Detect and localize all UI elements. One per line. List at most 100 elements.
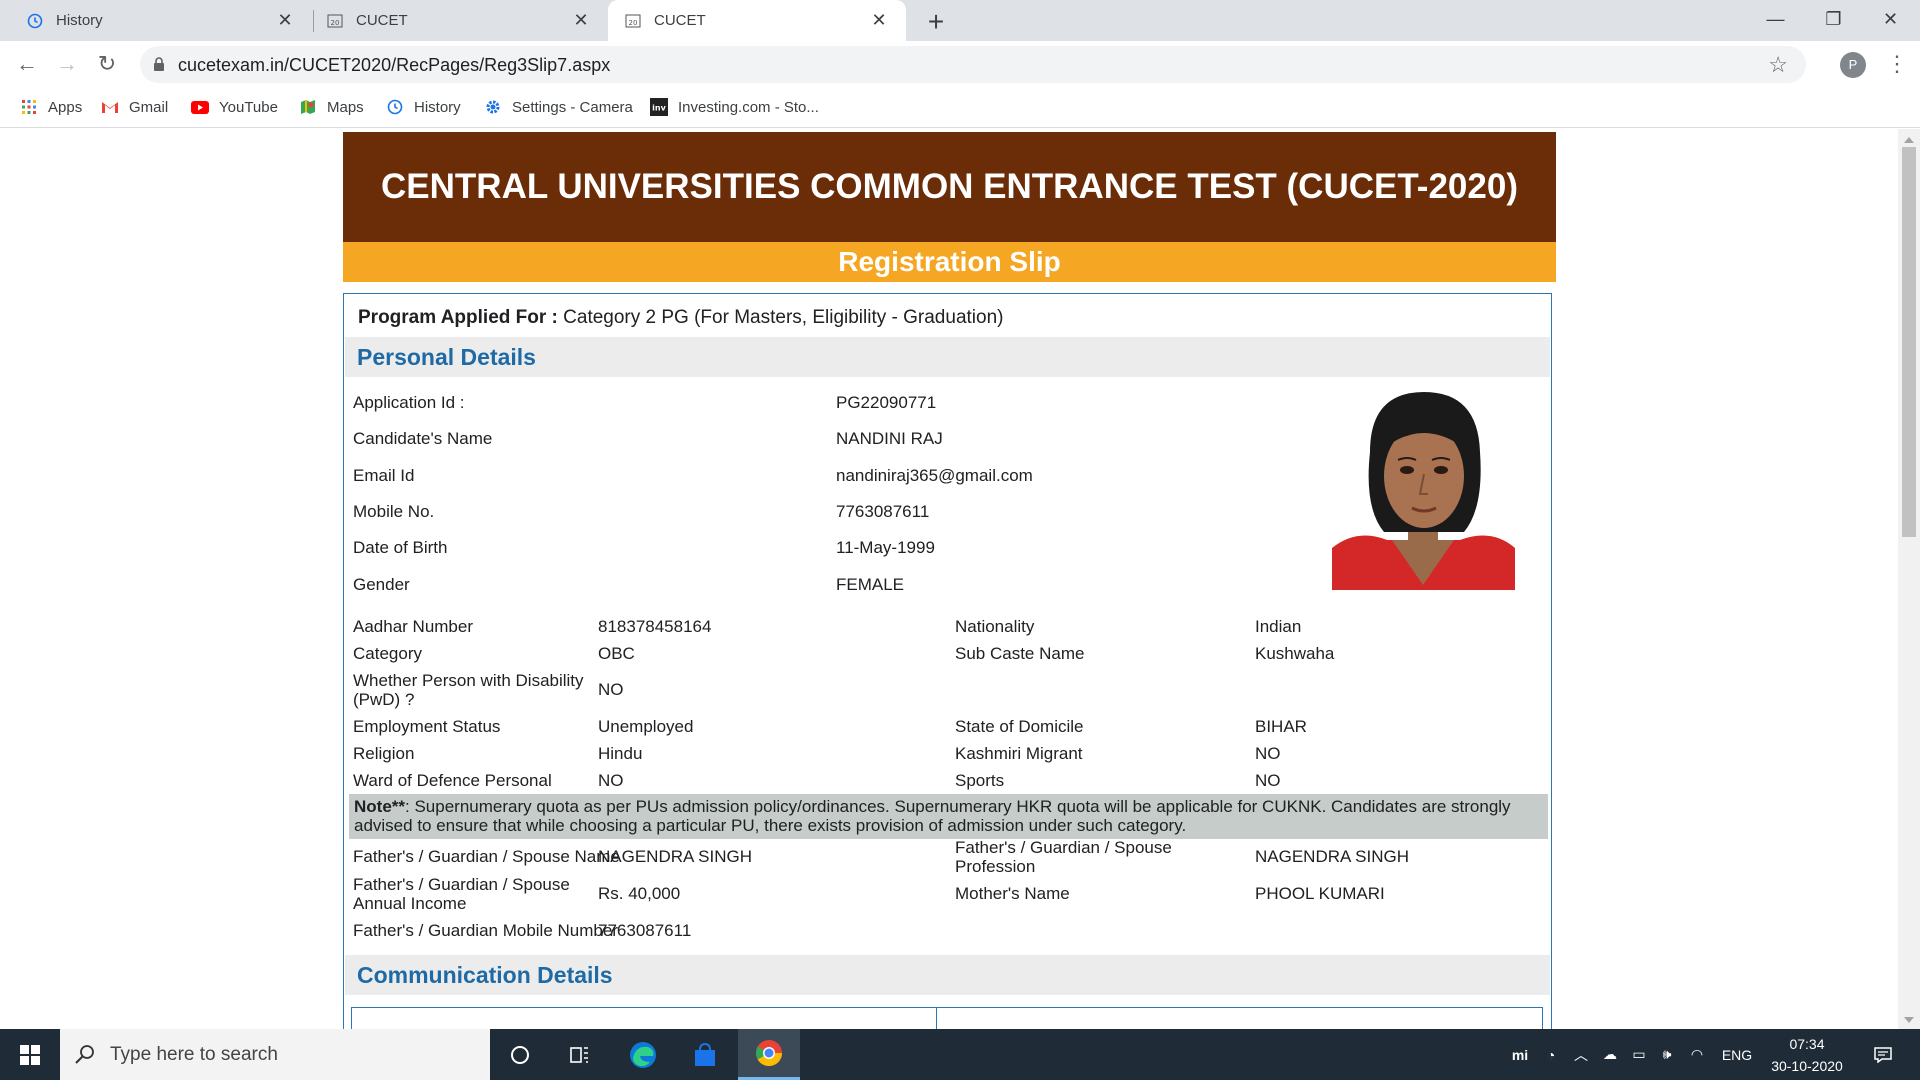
wifi-icon[interactable]: ◠ (1684, 1029, 1710, 1080)
profile-avatar[interactable]: P (1840, 52, 1866, 78)
cucet-favicon: 20 (624, 12, 642, 30)
bookmark-youtube[interactable]: YouTube (191, 98, 278, 116)
tab-cucet-2[interactable]: 20 CUCET ✕ (608, 0, 906, 41)
program-label: Program Applied For : (358, 307, 558, 328)
bookmark-maps[interactable]: Maps (299, 98, 364, 116)
edge-icon[interactable] (612, 1029, 674, 1080)
field-label: Sub Caste Name (955, 644, 1085, 663)
domicile-value: BIHAR (1255, 717, 1307, 736)
forward-arrow-icon[interactable]: → (53, 50, 81, 78)
pwd-value: NO (598, 680, 624, 699)
task-view-icon[interactable] (549, 1029, 611, 1080)
field-label: Nationality (955, 617, 1035, 636)
battery-icon[interactable]: ▭ (1626, 1029, 1652, 1080)
field-label: Candidate's Name (353, 429, 493, 448)
language-indicator[interactable]: ENG (1716, 1029, 1758, 1080)
religion-value: Hindu (598, 744, 643, 763)
tab-cucet-1[interactable]: 20 CUCET ✕ (314, 0, 608, 41)
new-tab-icon[interactable]: + (922, 6, 950, 38)
communication-table (351, 1007, 1543, 1029)
communication-details-header: Communication Details (345, 955, 1550, 995)
minimize-icon[interactable]: — (1747, 0, 1804, 41)
notifications-icon[interactable] (1866, 1029, 1900, 1080)
history-icon (26, 12, 44, 30)
tab-title: History (56, 12, 103, 29)
father-name-value: NAGENDRA SINGH (598, 847, 752, 866)
sync-icon[interactable]: ◔ (1538, 1029, 1564, 1080)
restore-icon[interactable]: ❐ (1805, 0, 1862, 41)
window-close-icon[interactable]: ✕ (1862, 0, 1919, 41)
system-clock[interactable]: 07:34 30-10-2020 (1762, 1033, 1852, 1077)
close-icon[interactable]: ✕ (572, 11, 590, 29)
mi-icon[interactable]: mi (1505, 1029, 1535, 1080)
onedrive-icon[interactable]: ☁ (1596, 1029, 1624, 1080)
field-label: State of Domicile (955, 717, 1084, 736)
tab-history[interactable]: History ✕ (0, 0, 312, 41)
bookmark-apps[interactable]: Apps (20, 98, 82, 116)
close-icon[interactable]: ✕ (276, 11, 294, 29)
store-icon[interactable] (674, 1029, 736, 1080)
reload-icon[interactable]: ↻ (93, 50, 121, 78)
scroll-down-icon[interactable] (1904, 1017, 1914, 1023)
email-value: nandiniraj365@gmail.com (836, 466, 1033, 485)
cucet-favicon: 20 (326, 12, 344, 30)
category-value: OBC (598, 644, 635, 663)
back-arrow-icon[interactable]: ← (13, 50, 41, 78)
gender-value: FEMALE (836, 575, 905, 594)
aadhar-value: 818378458164 (598, 617, 712, 636)
candidate-photo (1332, 390, 1515, 590)
annual-income-value: Rs. 40,000 (598, 884, 681, 903)
field-label: Aadhar Number (353, 617, 474, 636)
field-label: Father's / Guardian / Spouse Profession (955, 838, 1172, 876)
page-viewport: CENTRAL UNIVERSITIES COMMON ENTRANCE TES… (0, 129, 1898, 1029)
chrome-icon[interactable] (738, 1029, 800, 1080)
field-label: Kashmiri Migrant (955, 744, 1083, 763)
bookmark-star-icon[interactable]: ☆ (1768, 52, 1788, 78)
history-icon (386, 98, 404, 116)
field-label: Sports (955, 771, 1005, 790)
cortana-icon[interactable] (489, 1029, 551, 1080)
dob-value: 11-May-1999 (836, 538, 935, 557)
bookmark-history[interactable]: History (386, 98, 461, 116)
lock-icon (153, 56, 165, 72)
bookmarks-bar: Apps Gmail YouTube Maps History Settings… (0, 88, 1920, 128)
search-placeholder: Type here to search (110, 1044, 278, 1065)
page-scrollbar[interactable] (1898, 129, 1920, 1029)
investing-icon: inv (650, 98, 668, 116)
address-bar[interactable]: cucetexam.in/CUCET2020/RecPages/Reg3Slip… (140, 46, 1806, 83)
quota-note: Note**: Supernumerary quota as per PUs a… (349, 794, 1548, 839)
maps-icon (299, 98, 317, 116)
mother-name-value: PHOOL KUMARI (1255, 884, 1385, 903)
bookmark-settings-camera[interactable]: Settings - Camera (484, 98, 633, 116)
field-label: Father's / Guardian / Spouse Annual Inco… (353, 875, 570, 913)
father-profession-value: NAGENDRA SINGH (1255, 847, 1409, 866)
field-label: Father's / Guardian / Spouse Name (353, 847, 620, 866)
windows-start-icon[interactable] (0, 1029, 60, 1080)
program-applied: Program Applied For : Category 2 PG (For… (358, 307, 1003, 329)
bookmark-gmail[interactable]: Gmail (101, 98, 168, 116)
bookmark-investing[interactable]: inv Investing.com - Sto... (650, 98, 819, 116)
menu-kebab-icon[interactable]: ⋮ (1886, 50, 1908, 78)
candidate-name-value: NANDINI RAJ (836, 429, 943, 448)
page-title: CENTRAL UNIVERSITIES COMMON ENTRANCE TES… (343, 132, 1556, 242)
page-subtitle: Registration Slip (343, 242, 1556, 282)
taskbar-search[interactable]: Type here to search (60, 1029, 490, 1080)
clock-date: 30-10-2020 (1771, 1058, 1843, 1074)
url-text: cucetexam.in/CUCET2020/RecPages/Reg3Slip… (178, 55, 611, 75)
tab-strip: History ✕ 20 CUCET ✕ 20 CUCET ✕ + — ❐ ✕ (0, 0, 1920, 41)
field-label: Religion (353, 744, 415, 763)
field-label: Category (353, 644, 422, 663)
chevron-up-icon[interactable]: ︿ (1568, 1029, 1594, 1080)
close-icon[interactable]: ✕ (870, 11, 888, 29)
bookmark-label: History (414, 98, 461, 116)
field-label: Whether Person with Disability (PwD) ? (353, 671, 584, 709)
application-id-value: PG22090771 (836, 393, 937, 412)
scroll-up-icon[interactable] (1904, 137, 1914, 143)
field-label: Ward of Defence Personal (353, 771, 552, 790)
bookmark-label: Settings - Camera (512, 98, 633, 116)
svg-text:20: 20 (331, 19, 340, 27)
scroll-thumb[interactable] (1902, 147, 1916, 537)
volume-icon[interactable]: 🕪 (1654, 1029, 1680, 1080)
bookmark-label: Investing.com - Sto... (678, 98, 819, 116)
field-label: Father's / Guardian Mobile Number (353, 921, 618, 940)
